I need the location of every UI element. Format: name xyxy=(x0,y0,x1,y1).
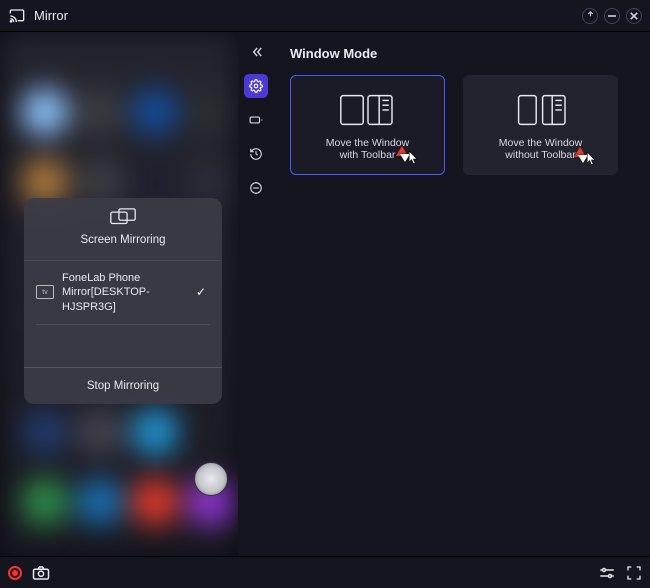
red-arrow-icon xyxy=(396,146,408,156)
mirror-device-row[interactable]: tv FoneLab Phone Mirror[DESKTOP-HJSPR3G]… xyxy=(24,261,222,324)
check-icon: ✓ xyxy=(196,285,210,301)
screen-mirror-icon xyxy=(24,208,222,230)
mirror-preview[interactable]: Screen Mirroring tv FoneLab Phone Mirror… xyxy=(0,32,238,556)
record-button[interactable] xyxy=(8,566,22,580)
assistive-touch-icon[interactable] xyxy=(194,462,228,496)
card-label-2a: Move the Window xyxy=(499,137,582,149)
fullscreen-button[interactable] xyxy=(626,565,642,581)
sidebar-item-history[interactable] xyxy=(244,142,268,166)
divider xyxy=(36,324,210,325)
sidebar-item-power[interactable] xyxy=(244,108,268,132)
settings-panel: Window Mode Move the Window with Toolbar xyxy=(274,32,650,556)
screen-mirroring-sheet: Screen Mirroring tv FoneLab Phone Mirror… xyxy=(24,198,222,404)
with-toolbar-icon xyxy=(336,89,400,131)
minimize-button[interactable] xyxy=(604,8,620,24)
appletv-icon: tv xyxy=(36,285,54,299)
device-name-1: FoneLab Phone xyxy=(62,271,188,285)
settings-sidebar xyxy=(238,32,274,556)
cursor-icon xyxy=(586,151,598,167)
device-name-2: Mirror[DESKTOP-HJSPR3G] xyxy=(62,285,188,314)
close-button[interactable] xyxy=(626,8,642,24)
window-mode-with-toolbar[interactable]: Move the Window with Toolbar xyxy=(290,75,445,175)
mirroring-title: Screen Mirroring xyxy=(24,234,222,246)
record-icon xyxy=(8,566,22,580)
screenshot-button[interactable] xyxy=(32,565,50,581)
app-title: Mirror xyxy=(34,8,576,23)
cursor-icon xyxy=(408,150,420,166)
titlebar: Mirror xyxy=(0,0,650,32)
window-mode-without-toolbar[interactable]: Move the Window without Toolbar xyxy=(463,75,618,175)
card-label-1b: with Toolbar xyxy=(340,149,396,161)
stop-mirroring-label: Stop Mirroring xyxy=(87,380,159,392)
stop-mirroring-button[interactable]: Stop Mirroring xyxy=(24,367,222,404)
pin-button[interactable] xyxy=(582,8,598,24)
cast-icon xyxy=(8,7,26,25)
red-arrow-icon xyxy=(574,147,586,157)
panel-title: Window Mode xyxy=(290,46,634,61)
without-toolbar-icon xyxy=(509,89,573,131)
sidebar-item-settings[interactable] xyxy=(244,74,268,98)
card-label-2b: without Toolbar xyxy=(505,149,575,161)
sidebar-item-disable[interactable] xyxy=(244,176,268,200)
options-button[interactable] xyxy=(598,566,616,580)
collapse-sidebar-button[interactable] xyxy=(244,40,268,64)
bottom-toolbar xyxy=(0,556,650,588)
